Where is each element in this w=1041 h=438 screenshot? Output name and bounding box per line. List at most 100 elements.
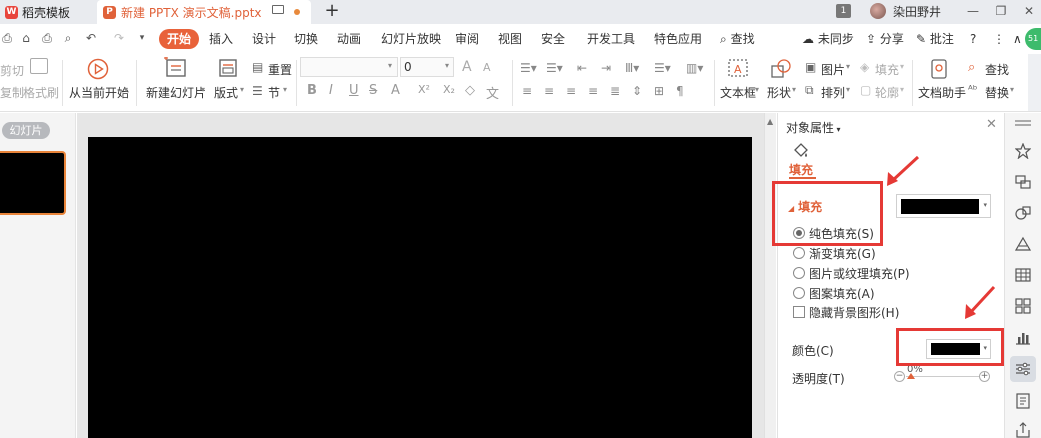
replace-button[interactable]: 替换 [985,84,1009,101]
menu-special[interactable]: 特色应用 [654,24,702,54]
slide-thumbnail[interactable] [0,151,66,215]
justify-icon[interactable]: ≡ [588,84,598,98]
reset-button[interactable]: 重置 [268,61,292,78]
align-left-icon[interactable]: ≡ [522,84,532,98]
clear-format-icon[interactable]: ◇ [465,83,475,98]
radio-button[interactable] [793,267,805,279]
picture-icon[interactable]: ▣ [805,60,816,74]
chevron-down-icon[interactable]: ▾ [283,85,287,94]
outline-icon[interactable]: ▢ [860,83,871,97]
chevron-down-icon[interactable]: ▾ [388,61,392,70]
text-align-icon[interactable]: ⇕ [632,84,642,98]
menu-view[interactable]: 视图 [498,24,522,54]
tab-docer-templates[interactable]: W 稻壳模板 [0,0,92,24]
smart-art-icon[interactable]: ⊞ [654,84,664,98]
paragraph-settings-icon[interactable]: ¶ [676,84,684,98]
save-icon[interactable]: ⌂ [19,32,33,45]
increase-icon[interactable]: + [979,371,990,382]
chevron-down-icon[interactable]: ▾ [792,85,796,94]
shape-icon[interactable] [770,58,792,80]
font-color-icon[interactable]: A [391,83,400,98]
bold-icon[interactable]: B [307,83,317,98]
help-icon[interactable]: ? [970,24,976,54]
close-icon[interactable]: ✕ [986,117,997,132]
arrange-button[interactable]: 排列 [821,84,845,101]
fill-tab[interactable]: 填充 [789,161,813,178]
gradient-fill-option[interactable]: 渐变填充(G) [793,245,876,261]
numbering-icon[interactable]: ☰▾ [546,61,563,75]
avatar[interactable] [870,3,886,19]
comment-button[interactable]: ✎ 批注 [916,24,954,54]
slide-canvas[interactable] [88,137,752,438]
new-slide-button[interactable]: 新建幻灯片 [146,84,206,101]
menu-security[interactable]: 安全 [541,24,565,54]
chevron-down-icon[interactable]: ▾ [1010,85,1014,94]
customize-dropdown-icon[interactable]: ▾ [135,32,149,45]
menu-insert[interactable]: 插入 [209,24,233,54]
underline-icon[interactable]: U [349,83,359,98]
layout-icon[interactable] [218,58,238,78]
fill-icon[interactable]: ◈ [860,60,869,74]
preview-icon[interactable]: ⌕ [61,32,75,45]
chevron-down-icon[interactable]: ▾ [846,62,850,71]
print-icon[interactable]: ⎙ [0,32,14,45]
triangle-icon[interactable] [1015,236,1031,252]
chevron-down-icon[interactable]: ▾ [900,62,904,71]
username[interactable]: 染田野井 [893,0,941,24]
textbox-icon[interactable]: A [727,58,749,78]
menu-slideshow[interactable]: 幻灯片放映 [381,24,441,54]
slides-tab[interactable]: 幻灯片 [2,122,50,139]
format-painter-button[interactable]: 格式刷 [23,84,59,101]
decrease-icon[interactable]: − [894,371,905,382]
scroll-up-icon[interactable]: ▲ [767,117,773,126]
menu-review[interactable]: 审阅 [455,24,479,54]
phonetic-icon[interactable]: 文 [486,83,499,102]
document-assistant-button[interactable]: 文档助手 [918,84,966,101]
replace-icon[interactable] [1015,174,1031,190]
window-count-badge[interactable]: 1 [836,4,851,18]
section-button[interactable]: 节 [268,84,280,101]
align-center-icon[interactable]: ≡ [544,84,554,98]
print-preview-icon[interactable]: ⎙ [40,32,54,45]
chevron-down-icon[interactable]: ▾ [201,85,205,94]
apps-grid-icon[interactable] [1015,298,1031,314]
align-right-icon[interactable]: ≡ [566,84,576,98]
menu-home[interactable]: 开始 [159,29,200,49]
decrease-font-icon[interactable]: A [483,61,491,74]
chevron-down-icon[interactable]: ▾ [445,61,449,70]
document-icon[interactable] [1015,393,1031,409]
hide-background-option[interactable]: 隐藏背景图形(H) [793,304,899,320]
undo-icon[interactable]: ↶ [84,32,98,45]
find-icon[interactable]: ⌕ [968,60,975,75]
chevron-down-icon[interactable]: ▾ [755,85,759,94]
table-icon[interactable] [1015,267,1031,283]
new-slide-icon[interactable] [163,57,187,79]
search-button[interactable]: ⌕ 查找 [720,24,755,54]
reset-icon[interactable]: ▤ [252,60,263,74]
menu-design[interactable]: 设计 [252,24,276,54]
bullets-icon[interactable]: ☰▾ [520,61,537,75]
fill-button[interactable]: 填充 [875,61,899,78]
share-button[interactable]: ⇪ 分享 [866,24,904,54]
font-name-field[interactable] [300,57,398,77]
status-badge[interactable]: 51 [1025,28,1041,50]
new-tab-button[interactable]: + [323,0,341,24]
transparency-slider[interactable] [906,376,986,377]
radio-button[interactable] [793,287,805,299]
textbox-button[interactable]: 文本框 [720,84,756,101]
sync-button[interactable]: ☁ 未同步 [802,24,854,54]
monitor-icon[interactable] [272,5,284,14]
menu-animations[interactable]: 动画 [337,24,361,54]
collapse-ribbon-icon[interactable]: ∧ [1013,24,1022,54]
chart-icon[interactable] [1015,329,1031,345]
document-assistant-icon[interactable] [929,57,949,81]
arrange-icon[interactable]: ⧉ [805,83,814,98]
minimize-button[interactable]: — [959,0,987,24]
increase-indent-icon[interactable]: ⇥ [601,61,611,75]
redo-icon[interactable]: ↷ [112,32,126,45]
menu-transitions[interactable]: 切换 [294,24,318,54]
vertical-scrollbar[interactable]: ▲ [764,113,776,438]
chevron-down-icon[interactable]: ▾ [240,85,244,94]
increase-font-icon[interactable]: A [462,59,472,75]
radio-button[interactable] [793,247,805,259]
